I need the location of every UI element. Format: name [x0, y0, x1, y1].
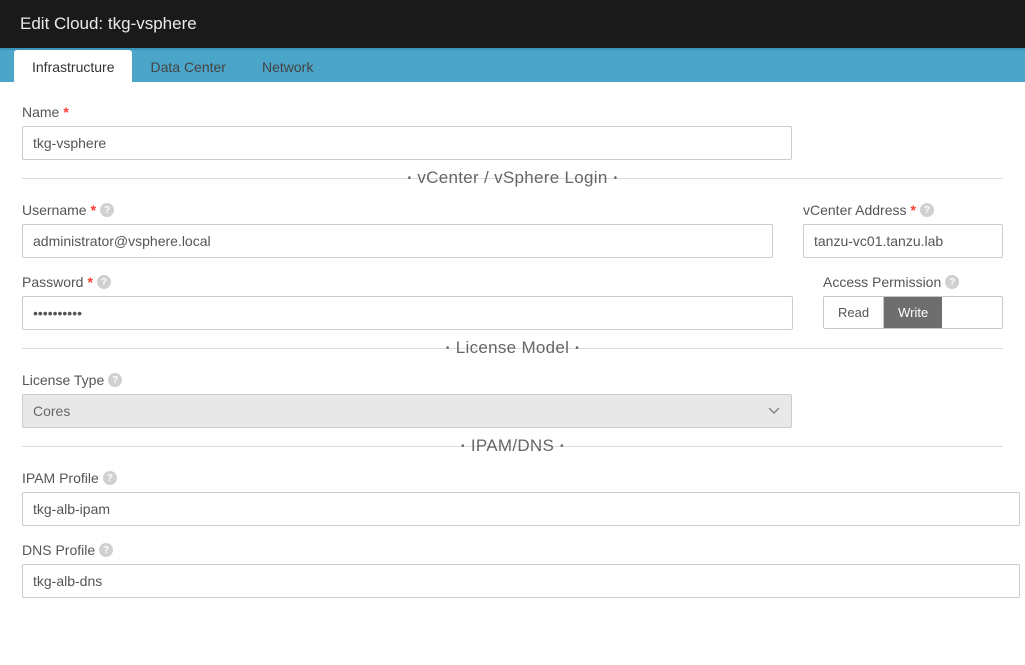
help-icon[interactable]: ? — [108, 373, 122, 387]
license-type-select[interactable] — [22, 394, 792, 428]
name-group: Name* — [22, 104, 1003, 160]
access-write-button[interactable]: Write — [883, 297, 942, 328]
license-type-group: License Type ? — [22, 372, 1003, 428]
vcenter-address-label: vCenter Address* ? — [803, 202, 1003, 218]
row-username-vcenter: Username* ? vCenter Address* ? — [22, 202, 1003, 258]
tab-label: Infrastructure — [32, 59, 114, 75]
tab-label: Data Center — [150, 59, 225, 75]
password-group: Password* ? — [22, 274, 793, 330]
help-icon[interactable]: ? — [97, 275, 111, 289]
ipam-profile-group: IPAM Profile ? — [22, 470, 1003, 526]
help-icon[interactable]: ? — [945, 275, 959, 289]
section-divider-license: •License Model• — [0, 348, 1025, 358]
section-title-ipam: •IPAM/DNS• — [22, 436, 1003, 456]
username-group: Username* ? — [22, 202, 773, 258]
required-indicator: * — [63, 104, 68, 120]
page-header: Edit Cloud: tkg-vsphere — [0, 0, 1025, 48]
name-label: Name* — [22, 104, 1003, 120]
section-title-login: •vCenter / vSphere Login• — [22, 168, 1003, 188]
access-read-button[interactable]: Read — [824, 297, 883, 328]
tab-data-center[interactable]: Data Center — [132, 50, 243, 82]
name-input[interactable] — [22, 126, 792, 160]
help-icon[interactable]: ? — [920, 203, 934, 217]
tab-infrastructure[interactable]: Infrastructure — [14, 50, 132, 82]
access-permission-group: Access Permission ? Read Write — [823, 274, 1003, 330]
password-label: Password* ? — [22, 274, 793, 290]
password-input[interactable] — [22, 296, 793, 330]
section-title-license: •License Model• — [22, 338, 1003, 358]
form-content: Name* •vCenter / vSphere Login• Username… — [0, 82, 1025, 598]
header-cloud-name: tkg-vsphere — [108, 14, 197, 33]
dns-profile-label: DNS Profile ? — [22, 542, 1003, 558]
username-label: Username* ? — [22, 202, 773, 218]
section-divider-login: •vCenter / vSphere Login• — [0, 178, 1025, 188]
help-icon[interactable]: ? — [99, 543, 113, 557]
access-permission-toggle: Read Write — [823, 296, 1003, 329]
help-icon[interactable]: ? — [103, 471, 117, 485]
header-title-prefix: Edit Cloud: — [20, 14, 108, 33]
dns-profile-group: DNS Profile ? — [22, 542, 1003, 598]
required-indicator: * — [87, 274, 92, 290]
help-icon[interactable]: ? — [100, 203, 114, 217]
tab-label: Network — [262, 59, 313, 75]
dns-profile-input[interactable] — [22, 564, 1020, 598]
required-indicator: * — [91, 202, 96, 218]
vcenter-address-input[interactable] — [803, 224, 1003, 258]
section-divider-ipam: •IPAM/DNS• — [0, 446, 1025, 456]
required-indicator: * — [911, 202, 916, 218]
license-type-label: License Type ? — [22, 372, 1003, 388]
vcenter-address-group: vCenter Address* ? — [803, 202, 1003, 258]
license-type-select-wrap — [22, 394, 792, 428]
username-input[interactable] — [22, 224, 773, 258]
row-password-permission: Password* ? Access Permission ? Read Wri… — [22, 274, 1003, 330]
ipam-profile-input[interactable] — [22, 492, 1020, 526]
tab-network[interactable]: Network — [244, 50, 331, 82]
tab-bar: Infrastructure Data Center Network — [0, 48, 1025, 82]
ipam-profile-label: IPAM Profile ? — [22, 470, 1003, 486]
access-permission-label: Access Permission ? — [823, 274, 1003, 290]
